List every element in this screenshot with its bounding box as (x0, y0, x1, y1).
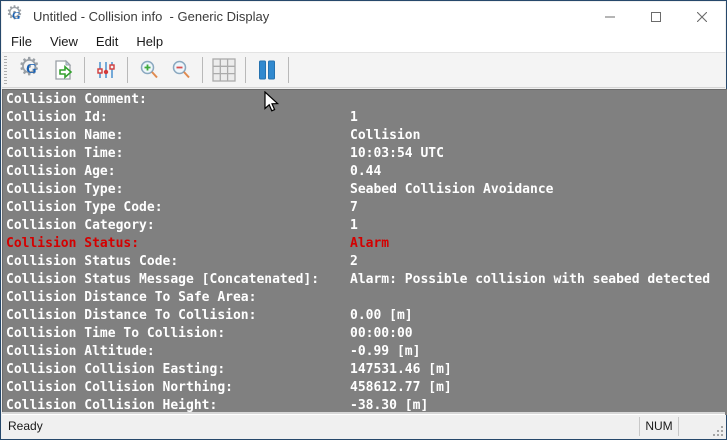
title-bar: ⚙ G Untitled - Collision info - Generic … (2, 2, 725, 31)
row-label: Collision Name: (6, 127, 350, 145)
toolbar-separator (202, 57, 203, 83)
row-label: Collision Collision Northing: (6, 379, 350, 397)
info-row: Collision Type:Seabed Collision Avoidanc… (6, 181, 727, 199)
info-row: Collision Id:1 (6, 109, 727, 127)
pause-button[interactable] (252, 56, 282, 84)
info-row: Collision Time:10:03:54 UTC (6, 145, 727, 163)
menu-bar: File View Edit Help (2, 31, 725, 52)
export-icon (52, 59, 74, 81)
row-label: Collision Status Message [Concatenated]: (6, 271, 350, 289)
info-row: Collision Status Message [Concatenated]:… (6, 271, 727, 289)
maximize-button[interactable] (633, 2, 679, 31)
minimize-icon (605, 12, 615, 22)
grid-icon (212, 58, 236, 82)
menu-view[interactable]: View (41, 32, 87, 51)
info-row: Collision Age:0.44 (6, 163, 727, 181)
info-row: Collision Time To Collision:00:00:00 (6, 325, 727, 343)
zoom-in-icon (138, 59, 160, 81)
status-separator (678, 417, 679, 436)
window-controls (587, 2, 725, 31)
zoom-out-button[interactable] (166, 56, 196, 84)
app-gear-g-icon: ⚙ G (9, 9, 25, 25)
row-label: Collision Type Code: (6, 199, 350, 217)
status-bar: Ready NUM (2, 414, 725, 438)
close-icon (697, 12, 707, 22)
info-row: Collision Collision Northing:458612.77 [… (6, 379, 727, 397)
row-label: Collision Id: (6, 109, 350, 127)
toolbar-separator (245, 57, 246, 83)
close-button[interactable] (679, 2, 725, 31)
row-value: 0.00 [m] (350, 307, 413, 325)
num-lock-indicator: NUM (643, 419, 675, 433)
row-value: 00:00:00 (350, 325, 413, 343)
info-row: Collision Distance To Safe Area: (6, 289, 727, 307)
row-label: Collision Time: (6, 145, 350, 163)
menu-help[interactable]: Help (127, 32, 172, 51)
row-value: 0.44 (350, 163, 381, 181)
app-gear-g-icon: ⚙ G (20, 59, 42, 81)
info-row: Collision Status:Alarm (6, 235, 727, 253)
row-label: Collision Altitude: (6, 343, 350, 361)
zoom-out-icon (170, 59, 192, 81)
row-label: Collision Type: (6, 181, 350, 199)
toolbar-separator (84, 57, 85, 83)
menu-edit[interactable]: Edit (87, 32, 127, 51)
pause-icon (256, 59, 278, 81)
info-row: Collision Collision Height:-38.30 [m] (6, 397, 727, 415)
info-row: Collision Category:1 (6, 217, 727, 235)
row-label: Collision Comment: (6, 91, 350, 109)
row-label: Collision Collision Height: (6, 397, 350, 415)
collision-info-panel: Collision Comment:Collision Id:1Collisio… (2, 89, 727, 415)
window-title: Untitled - Collision info - Generic Disp… (33, 9, 269, 24)
info-row: Collision Collision Easting:147531.46 [m… (6, 361, 727, 379)
info-row: Collision Type Code:7 (6, 199, 727, 217)
zoom-in-button[interactable] (134, 56, 164, 84)
info-row: Collision Name:Collision (6, 127, 727, 145)
status-separator (639, 417, 640, 436)
info-row: Collision Distance To Collision:0.00 [m] (6, 307, 727, 325)
row-value: 1 (350, 217, 358, 235)
row-value: 1 (350, 109, 358, 127)
info-row: Collision Status Code:2 (6, 253, 727, 271)
maximize-icon (651, 12, 661, 22)
toolbar-separator (288, 57, 289, 83)
row-value: 147531.46 [m] (350, 361, 452, 379)
row-label: Collision Time To Collision: (6, 325, 350, 343)
resize-grip[interactable] (710, 423, 723, 436)
row-value: Seabed Collision Avoidance (350, 181, 554, 199)
row-value: Alarm (350, 235, 389, 253)
row-label: Collision Distance To Safe Area: (6, 289, 350, 307)
info-row: Collision Comment: (6, 91, 727, 109)
toolbar: ⚙ G (2, 53, 725, 88)
row-value: -38.30 [m] (350, 397, 428, 415)
row-value: 458612.77 [m] (350, 379, 452, 397)
row-value: 10:03:54 UTC (350, 145, 444, 163)
row-label: Collision Category: (6, 217, 350, 235)
row-value: Collision (350, 127, 420, 145)
filter-sliders-button[interactable] (91, 56, 121, 84)
status-text: Ready (8, 419, 43, 433)
info-row: Collision Altitude:-0.99 [m] (6, 343, 727, 361)
row-label: Collision Collision Easting: (6, 361, 350, 379)
row-label: Collision Distance To Collision: (6, 307, 350, 325)
row-value: 2 (350, 253, 358, 271)
row-value: 7 (350, 199, 358, 217)
app-window: ⚙ G Untitled - Collision info - Generic … (0, 0, 727, 440)
row-label: Collision Status: (6, 235, 350, 253)
row-label: Collision Age: (6, 163, 350, 181)
row-value: -0.99 [m] (350, 343, 420, 361)
toolbar-separator (127, 57, 128, 83)
toolbar-grip[interactable] (4, 56, 9, 84)
row-label: Collision Status Code: (6, 253, 350, 271)
app-gear-g-button[interactable]: ⚙ G (16, 56, 46, 84)
grid-button[interactable] (209, 56, 239, 84)
menu-file[interactable]: File (2, 32, 41, 51)
filter-sliders-icon (95, 59, 117, 81)
export-button[interactable] (48, 56, 78, 84)
minimize-button[interactable] (587, 2, 633, 31)
row-value: Alarm: Possible collision with seabed de… (350, 271, 710, 289)
